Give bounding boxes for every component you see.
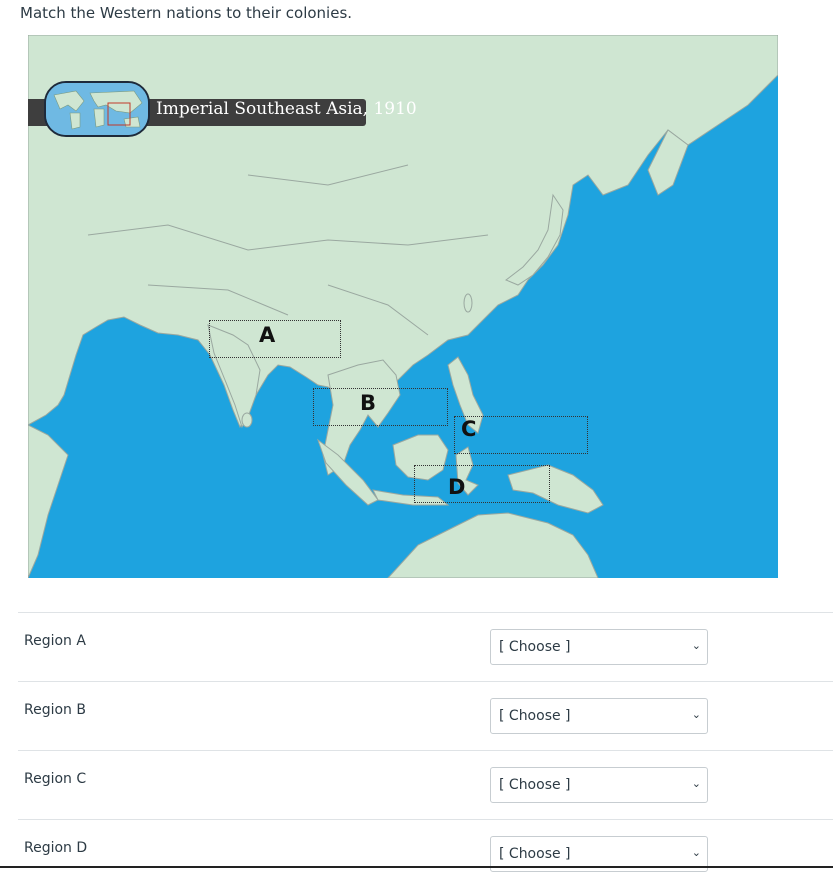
row-label-d: Region D	[24, 840, 88, 856]
matching-rows: Region A [ Choose ] ⌄ Region B [ Choose …	[18, 612, 833, 888]
match-row-c: Region C [ Choose ] ⌄	[18, 750, 833, 819]
select-value: [ Choose ]	[499, 708, 571, 724]
row-label-b: Region B	[24, 702, 86, 718]
row-label-c: Region C	[24, 771, 87, 787]
region-label-b: B	[360, 391, 377, 415]
question-text: Match the Western nations to their colon…	[20, 4, 353, 22]
chevron-down-icon: ⌄	[691, 708, 701, 721]
chevron-down-icon: ⌄	[691, 846, 701, 859]
match-row-a: Region A [ Choose ] ⌄	[18, 612, 833, 681]
sri-lanka	[241, 412, 253, 428]
chevron-down-icon: ⌄	[691, 639, 701, 652]
select-value: [ Choose ]	[499, 777, 571, 793]
region-a-select[interactable]: [ Choose ] ⌄	[490, 629, 708, 665]
region-label-c: C	[461, 417, 477, 441]
region-c-select[interactable]: [ Choose ] ⌄	[490, 767, 708, 803]
region-label-a: A	[259, 323, 276, 347]
match-row-d: Region D [ Choose ] ⌄	[18, 819, 833, 888]
map-title: Imperial Southeast Asia, 1910	[156, 99, 417, 119]
map-title-badge: Imperial Southeast Asia, 1910	[28, 81, 417, 137]
select-value: [ Choose ]	[499, 639, 571, 655]
imperial-map: A B C D Imperial Southeast Asia, 1910	[28, 35, 778, 578]
region-d-box	[414, 465, 550, 503]
region-b-box	[313, 388, 448, 426]
taiwan	[463, 293, 473, 313]
match-row-b: Region B [ Choose ] ⌄	[18, 681, 833, 750]
region-label-d: D	[448, 475, 466, 499]
world-map-icon	[44, 81, 150, 137]
select-value: [ Choose ]	[499, 846, 571, 862]
row-label-a: Region A	[24, 633, 86, 649]
chevron-down-icon: ⌄	[691, 777, 701, 790]
region-b-select[interactable]: [ Choose ] ⌄	[490, 698, 708, 734]
